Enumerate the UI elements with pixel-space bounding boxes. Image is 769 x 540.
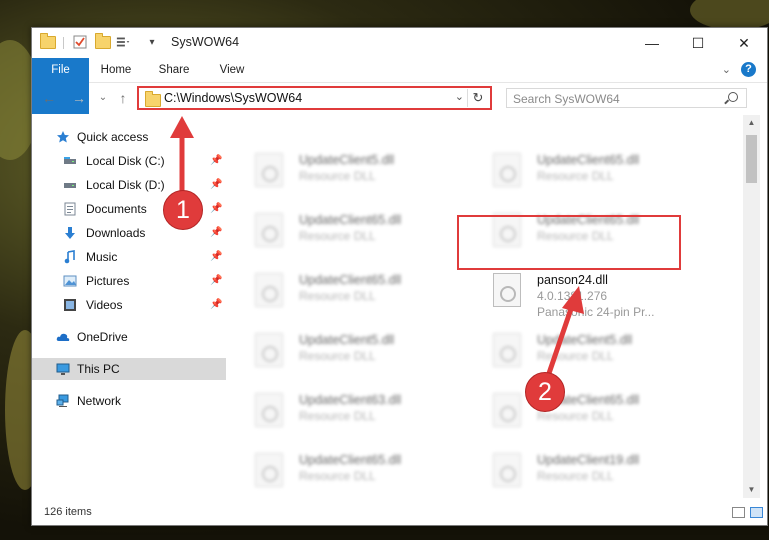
arrowhead-2 bbox=[562, 286, 584, 314]
step-1-badge: 1 bbox=[163, 190, 203, 230]
annotation-arrows bbox=[170, 116, 584, 386]
step-2-badge: 2 bbox=[525, 372, 565, 412]
arrowhead-1 bbox=[170, 116, 194, 138]
